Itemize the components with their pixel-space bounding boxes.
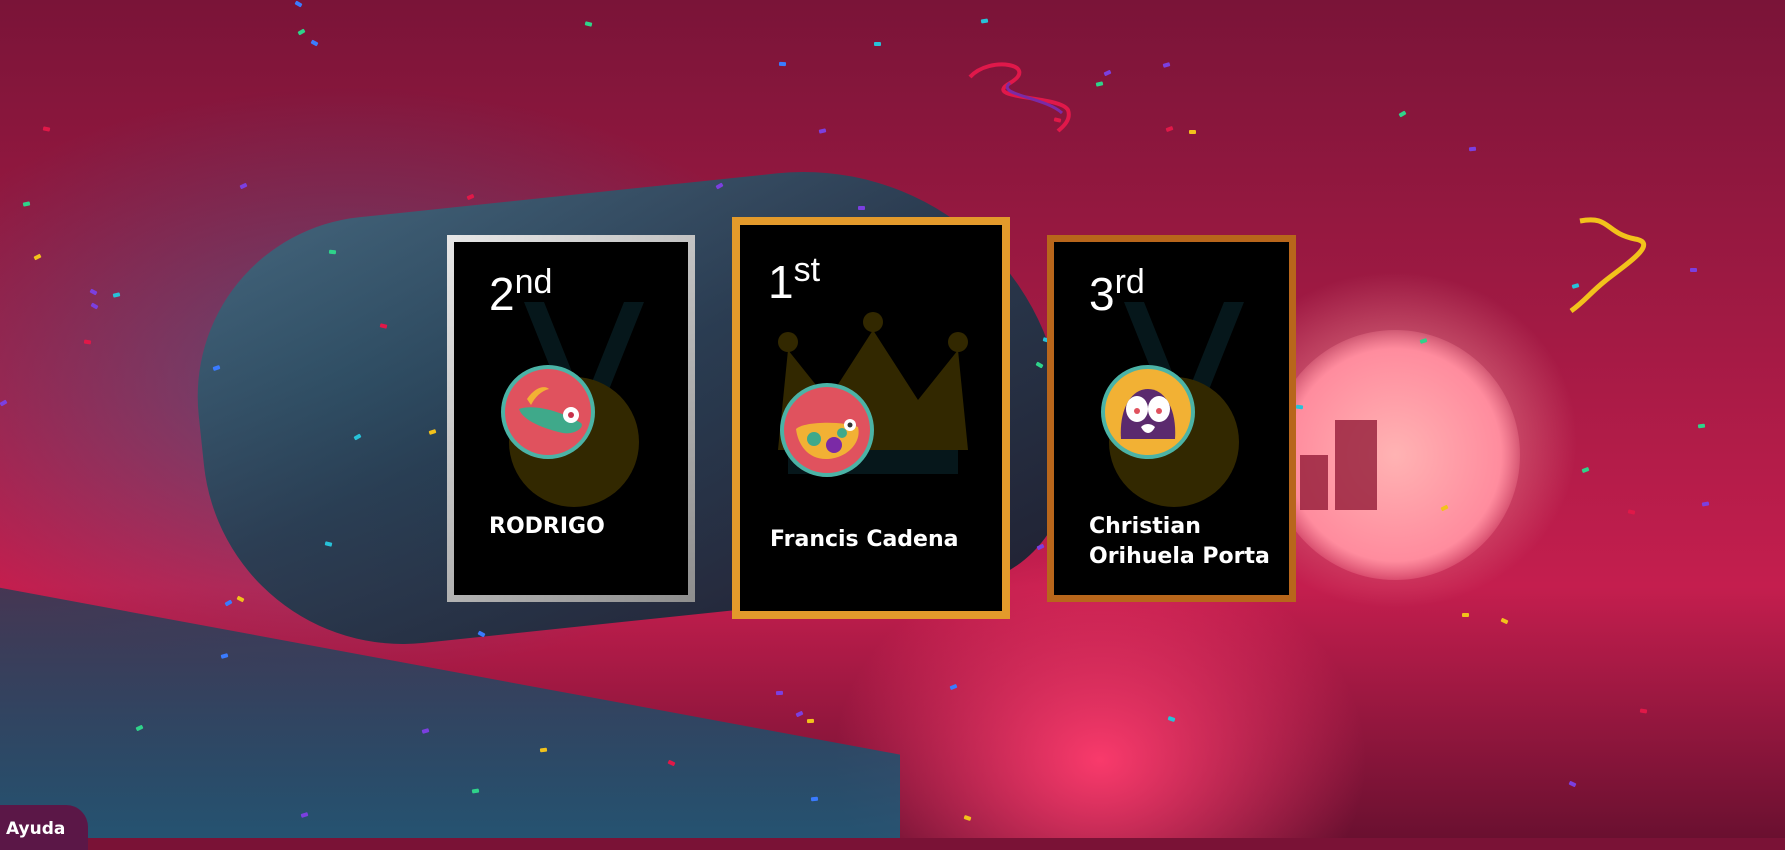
streamer-decoration (968, 62, 1071, 133)
player-name-line: Christian (1089, 514, 1201, 539)
podium-card-first: 1st Francis Cadena (732, 217, 1010, 619)
confetti-piece (1188, 129, 1197, 135)
player-name-line: Orihuela Porta (1089, 544, 1270, 569)
player-name: RODRIGO (489, 514, 605, 539)
podium-card-third: 3rd Christian Orihuela Porta (1047, 235, 1296, 602)
confetti-piece (778, 61, 787, 67)
streamer-decoration (1569, 217, 1646, 314)
rank-number: 1 (768, 256, 794, 308)
podium-card-second: 2nd RODRIGO (447, 235, 695, 602)
confetti-piece (1468, 146, 1477, 152)
rank-suffix: st (793, 251, 821, 289)
rank-label: 2nd (489, 263, 552, 321)
rank-label: 1st (768, 251, 820, 309)
confetti-piece (1295, 404, 1304, 410)
confetti-piece (83, 339, 92, 345)
confetti-piece (1639, 708, 1648, 714)
confetti-piece (1697, 423, 1706, 429)
rank-suffix: rd (1114, 263, 1145, 301)
bird-icon (796, 419, 859, 459)
background-building (1300, 455, 1328, 510)
confetti-piece (775, 690, 784, 696)
player-name: Francis Cadena (770, 527, 959, 552)
help-button[interactable]: Ayuda (0, 805, 88, 850)
rank-number: 3 (1089, 268, 1115, 320)
rank-label: 3rd (1089, 263, 1145, 321)
confetti-piece (1461, 612, 1470, 618)
hat-icon (519, 387, 582, 434)
confetti-piece (539, 747, 548, 753)
confetti-piece (1689, 267, 1698, 273)
player-avatar (1101, 365, 1195, 459)
confetti-piece (806, 718, 815, 724)
rank-number: 2 (489, 268, 515, 320)
player-avatar (780, 383, 874, 477)
confetti-piece (873, 41, 882, 47)
player-name: Christian Orihuela Porta (1089, 512, 1270, 572)
confetti-piece (810, 796, 819, 802)
confetti-piece (328, 249, 337, 255)
creature-icon (1120, 389, 1176, 439)
confetti-piece (858, 206, 865, 210)
background-building (1335, 420, 1377, 510)
player-avatar (501, 365, 595, 459)
rank-suffix: nd (514, 263, 553, 301)
